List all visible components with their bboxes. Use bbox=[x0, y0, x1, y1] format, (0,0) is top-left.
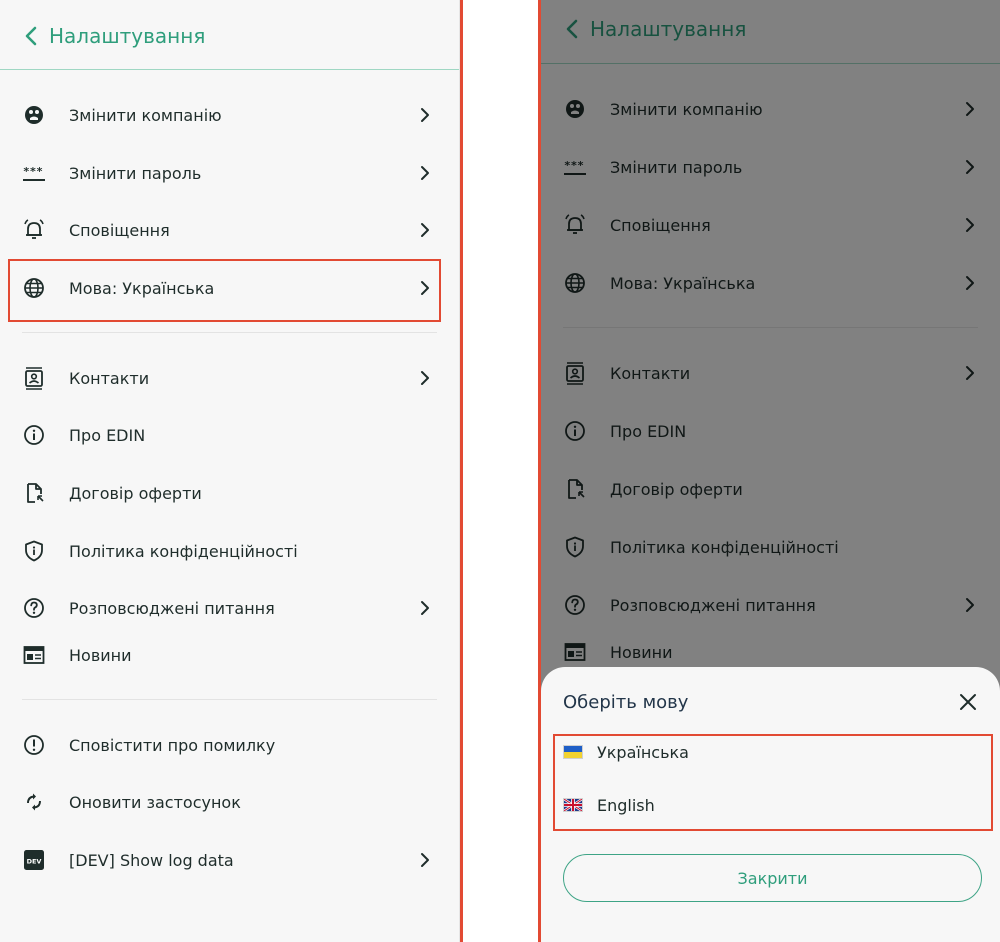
menu-item-dev-log[interactable]: DEV [DEV] Show log data bbox=[0, 840, 459, 880]
back-button[interactable]: Налаштування bbox=[22, 24, 205, 48]
language-highlight-box bbox=[8, 259, 441, 322]
language-options-highlight-box bbox=[553, 734, 993, 831]
menu-item-change-password[interactable]: Змінити пароль bbox=[0, 153, 459, 193]
menu-item-change-company[interactable]: Змінити компанію bbox=[0, 95, 459, 135]
menu-item-faq[interactable]: Розповсюджені питання bbox=[0, 588, 459, 628]
menu-item-label: Розповсюджені питання bbox=[69, 598, 275, 618]
menu-item-update-app[interactable]: Оновити застосунок bbox=[0, 782, 459, 822]
menu-item-report-bug[interactable]: Сповістити про помилку bbox=[0, 725, 459, 765]
menu-item-label: [DEV] Show log data bbox=[69, 850, 234, 870]
menu-item-contacts[interactable]: Контакти bbox=[0, 358, 459, 398]
divider bbox=[22, 332, 437, 333]
sheet-title: Оберіть мову bbox=[563, 692, 689, 713]
menu-item-label: Оновити застосунок bbox=[69, 792, 241, 812]
chevron-right-icon bbox=[419, 107, 431, 123]
close-icon[interactable] bbox=[958, 692, 978, 712]
language-bottom-sheet: Оберіть мову Українська English Закрити bbox=[541, 667, 1000, 942]
chevron-right-icon bbox=[419, 222, 431, 238]
page-title: Налаштування bbox=[49, 24, 206, 48]
refresh-icon bbox=[22, 790, 46, 814]
chevron-right-icon bbox=[419, 600, 431, 616]
menu-item-label: Сповістити про помилку bbox=[69, 735, 276, 755]
menu-item-offer-agreement[interactable]: Договір оферти bbox=[0, 473, 459, 513]
menu-item-label: Сповіщення bbox=[69, 220, 170, 240]
menu-item-label: Договір оферти bbox=[69, 483, 202, 503]
menu-item-privacy-policy[interactable]: Політика конфіденційності bbox=[0, 531, 459, 571]
separator-line bbox=[460, 0, 463, 942]
chevron-right-icon bbox=[419, 370, 431, 386]
chevron-right-icon bbox=[419, 165, 431, 181]
menu-item-label: Змінити пароль bbox=[69, 163, 202, 183]
divider bbox=[22, 699, 437, 700]
menu-item-news[interactable]: Новини bbox=[0, 635, 459, 675]
menu-item-about[interactable]: Про EDIN bbox=[0, 415, 459, 455]
info-icon bbox=[22, 423, 46, 447]
chevron-left-icon bbox=[22, 25, 40, 47]
menu-item-label: Змінити компанію bbox=[69, 105, 222, 125]
company-icon bbox=[22, 103, 46, 127]
header: Налаштування bbox=[0, 0, 459, 70]
document-icon bbox=[22, 481, 46, 505]
question-icon bbox=[22, 596, 46, 620]
menu-item-label: Політика конфіденційності bbox=[69, 541, 298, 561]
news-icon bbox=[22, 643, 46, 667]
menu-item-label: Новини bbox=[69, 645, 132, 665]
dev-badge-text: DEV bbox=[27, 858, 42, 866]
chevron-right-icon bbox=[419, 852, 431, 868]
shield-icon bbox=[22, 539, 46, 563]
menu-item-label: Контакти bbox=[69, 368, 150, 388]
dev-icon: DEV bbox=[22, 848, 46, 872]
settings-screen: Налаштування Змінити компанію Змінити па… bbox=[0, 0, 460, 942]
settings-screen-with-language-sheet: Налаштування Змінити компанію Змінити па… bbox=[541, 0, 1000, 942]
menu-item-notifications[interactable]: Сповіщення bbox=[0, 210, 459, 250]
contacts-icon bbox=[22, 366, 46, 390]
close-button[interactable]: Закрити bbox=[563, 854, 982, 902]
menu-item-label: Про EDIN bbox=[69, 425, 146, 445]
password-icon bbox=[22, 161, 46, 185]
bell-icon bbox=[22, 218, 46, 242]
alert-icon bbox=[22, 733, 46, 757]
